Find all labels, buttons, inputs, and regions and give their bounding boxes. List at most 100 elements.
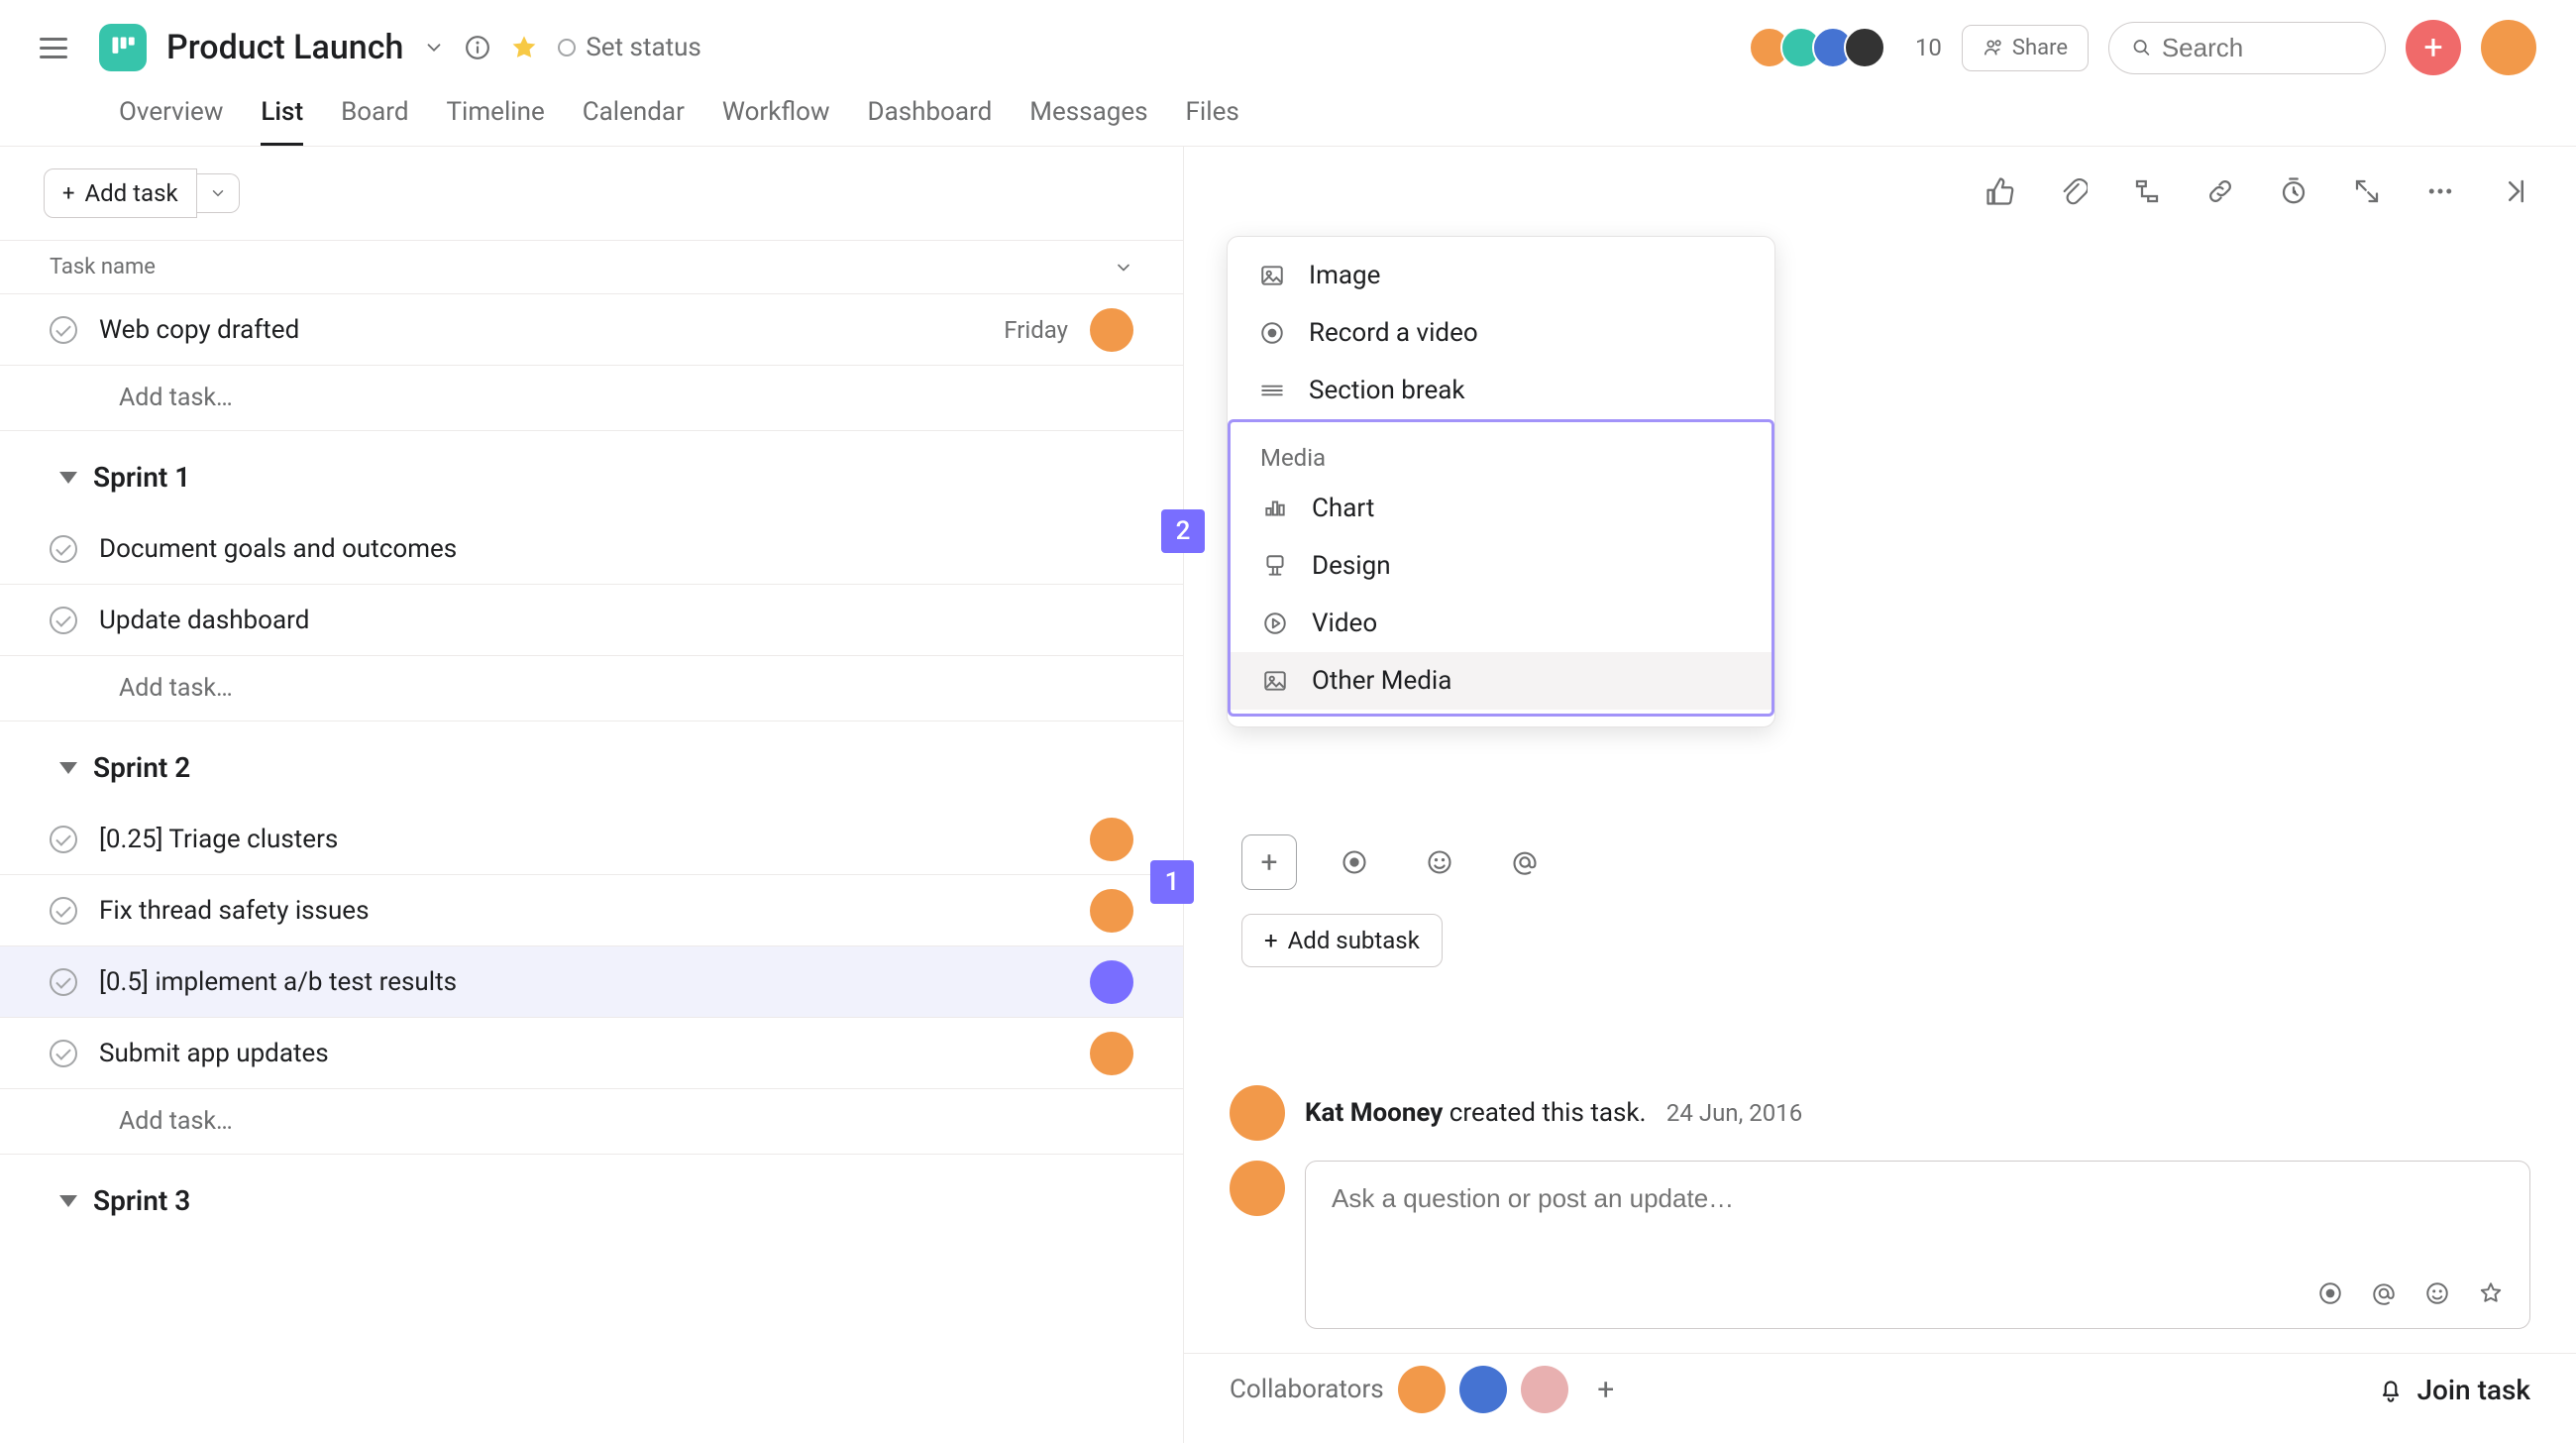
tab-dashboard[interactable]: Dashboard <box>868 97 993 146</box>
menu-item-image[interactable]: Image <box>1228 247 1774 304</box>
global-add-button[interactable]: + <box>2406 20 2461 75</box>
task-row[interactable]: [0.5] implement a/b test results <box>0 946 1183 1018</box>
menu-item-label: Record a video <box>1309 318 1478 348</box>
section-title: Sprint 2 <box>93 751 190 784</box>
emoji-icon[interactable] <box>2424 1280 2450 1306</box>
task-assignee-avatar[interactable] <box>1090 960 1133 1004</box>
task-row[interactable]: Document goals and outcomes <box>0 513 1183 585</box>
emoji-icon[interactable] <box>1412 834 1467 890</box>
share-button[interactable]: Share <box>1962 25 2089 71</box>
task-name: Submit app updates <box>99 1039 1068 1068</box>
record-icon[interactable] <box>1327 834 1382 890</box>
task-name: Document goals and outcomes <box>99 534 1133 564</box>
collaborator-avatar[interactable] <box>1521 1366 1568 1413</box>
copy-link-icon[interactable] <box>2203 174 2237 208</box>
task-assignee-avatar[interactable] <box>1090 308 1133 352</box>
complete-checkbox[interactable] <box>50 535 77 563</box>
task-row[interactable]: Update dashboard <box>0 585 1183 656</box>
video-icon <box>1260 609 1290 638</box>
task-list-panel: + Add task Task name Web copy drafted Fr… <box>0 147 1184 1443</box>
fullscreen-icon[interactable] <box>2350 174 2384 208</box>
tab-list[interactable]: List <box>261 97 303 146</box>
menu-item-video[interactable]: Video <box>1231 595 1771 652</box>
star-icon[interactable] <box>2478 1280 2504 1306</box>
user-avatar[interactable] <box>2481 20 2536 75</box>
menu-group-label: Media <box>1231 426 1771 480</box>
complete-checkbox[interactable] <box>50 1040 77 1067</box>
add-task-dropdown[interactable] <box>197 173 240 213</box>
add-task-inline[interactable]: Add task… <box>0 366 1183 431</box>
close-panel-icon[interactable] <box>2497 174 2530 208</box>
add-collaborator-button[interactable]: + <box>1588 1372 1624 1407</box>
tab-overview[interactable]: Overview <box>119 97 223 146</box>
complete-checkbox[interactable] <box>50 968 77 996</box>
add-task-inline[interactable]: Add task… <box>0 656 1183 722</box>
callout-marker-1: 1 <box>1150 860 1194 904</box>
menu-item-record-video[interactable]: Record a video <box>1228 304 1774 362</box>
search-box[interactable] <box>2108 22 2386 74</box>
member-count: 10 <box>1915 34 1942 61</box>
tab-workflow[interactable]: Workflow <box>722 97 830 146</box>
section-header[interactable]: Sprint 3 <box>0 1155 1183 1237</box>
task-assignee-avatar[interactable] <box>1090 818 1133 861</box>
detail-footer: Collaborators + Join task <box>1184 1353 2576 1443</box>
task-row[interactable]: Web copy drafted Friday <box>0 294 1183 366</box>
tab-board[interactable]: Board <box>341 97 408 146</box>
insert-button[interactable]: + <box>1241 834 1297 890</box>
complete-checkbox[interactable] <box>50 826 77 853</box>
comment-avatar <box>1230 1161 1285 1216</box>
task-assignee-avatar[interactable] <box>1090 889 1133 933</box>
project-info-icon[interactable] <box>465 35 490 60</box>
tab-files[interactable]: Files <box>1186 97 1239 146</box>
search-input[interactable] <box>2162 33 2363 63</box>
section-header[interactable]: Sprint 2 <box>0 722 1183 804</box>
task-row[interactable]: [0.25] Triage clusters <box>0 804 1183 875</box>
member-avatars[interactable] <box>1759 27 1885 68</box>
project-menu-chevron[interactable] <box>423 37 445 58</box>
comment-composer <box>1230 1161 2530 1329</box>
comment-box[interactable] <box>1305 1161 2530 1329</box>
menu-item-design[interactable]: Design <box>1231 537 1771 595</box>
subtask-icon[interactable] <box>2130 174 2164 208</box>
collaborator-avatar[interactable] <box>1459 1366 1507 1413</box>
add-task-label: Add task <box>84 179 177 207</box>
project-icon[interactable] <box>99 24 147 71</box>
task-assignee-avatar[interactable] <box>1090 1032 1133 1075</box>
more-icon[interactable] <box>2423 174 2457 208</box>
menu-item-label: Section break <box>1309 376 1465 405</box>
col-taskname: Task name <box>50 255 1114 279</box>
task-due: Friday <box>1004 316 1068 344</box>
section-header[interactable]: Sprint 1 <box>0 431 1183 513</box>
mention-icon[interactable] <box>2371 1280 2397 1306</box>
record-icon <box>1257 318 1287 348</box>
complete-checkbox[interactable] <box>50 897 77 925</box>
star-icon[interactable] <box>510 34 538 61</box>
menu-item-section-break[interactable]: Section break <box>1228 362 1774 419</box>
add-subtask-button[interactable]: +Add subtask <box>1241 914 1443 967</box>
add-task-inline[interactable]: Add task… <box>0 1089 1183 1155</box>
complete-checkbox[interactable] <box>50 607 77 634</box>
like-icon[interactable] <box>1984 174 2017 208</box>
tab-calendar[interactable]: Calendar <box>583 97 685 146</box>
task-row[interactable]: Submit app updates <box>0 1018 1183 1089</box>
topbar: Product Launch Set status 10 Share + <box>0 0 2576 83</box>
record-icon[interactable] <box>2317 1280 2343 1306</box>
attachment-icon[interactable] <box>2057 174 2091 208</box>
comment-input[interactable] <box>1332 1183 2504 1214</box>
menu-item-other-media[interactable]: Other Media <box>1231 652 1771 710</box>
set-status[interactable]: Set status <box>558 33 701 62</box>
add-task-button[interactable]: + Add task <box>44 168 197 218</box>
design-icon <box>1260 551 1290 581</box>
menu-toggle[interactable] <box>40 28 79 67</box>
complete-checkbox[interactable] <box>50 316 77 344</box>
project-title[interactable]: Product Launch <box>166 28 403 67</box>
mention-icon[interactable] <box>1497 834 1553 890</box>
col-chevron[interactable] <box>1114 258 1133 278</box>
timer-icon[interactable] <box>2277 174 2310 208</box>
join-task-button[interactable]: Join task <box>2377 1374 2530 1406</box>
collaborator-avatar[interactable] <box>1398 1366 1446 1413</box>
task-row[interactable]: Fix thread safety issues <box>0 875 1183 946</box>
menu-item-chart[interactable]: Chart <box>1231 480 1771 537</box>
tab-timeline[interactable]: Timeline <box>447 97 545 146</box>
tab-messages[interactable]: Messages <box>1029 97 1147 146</box>
